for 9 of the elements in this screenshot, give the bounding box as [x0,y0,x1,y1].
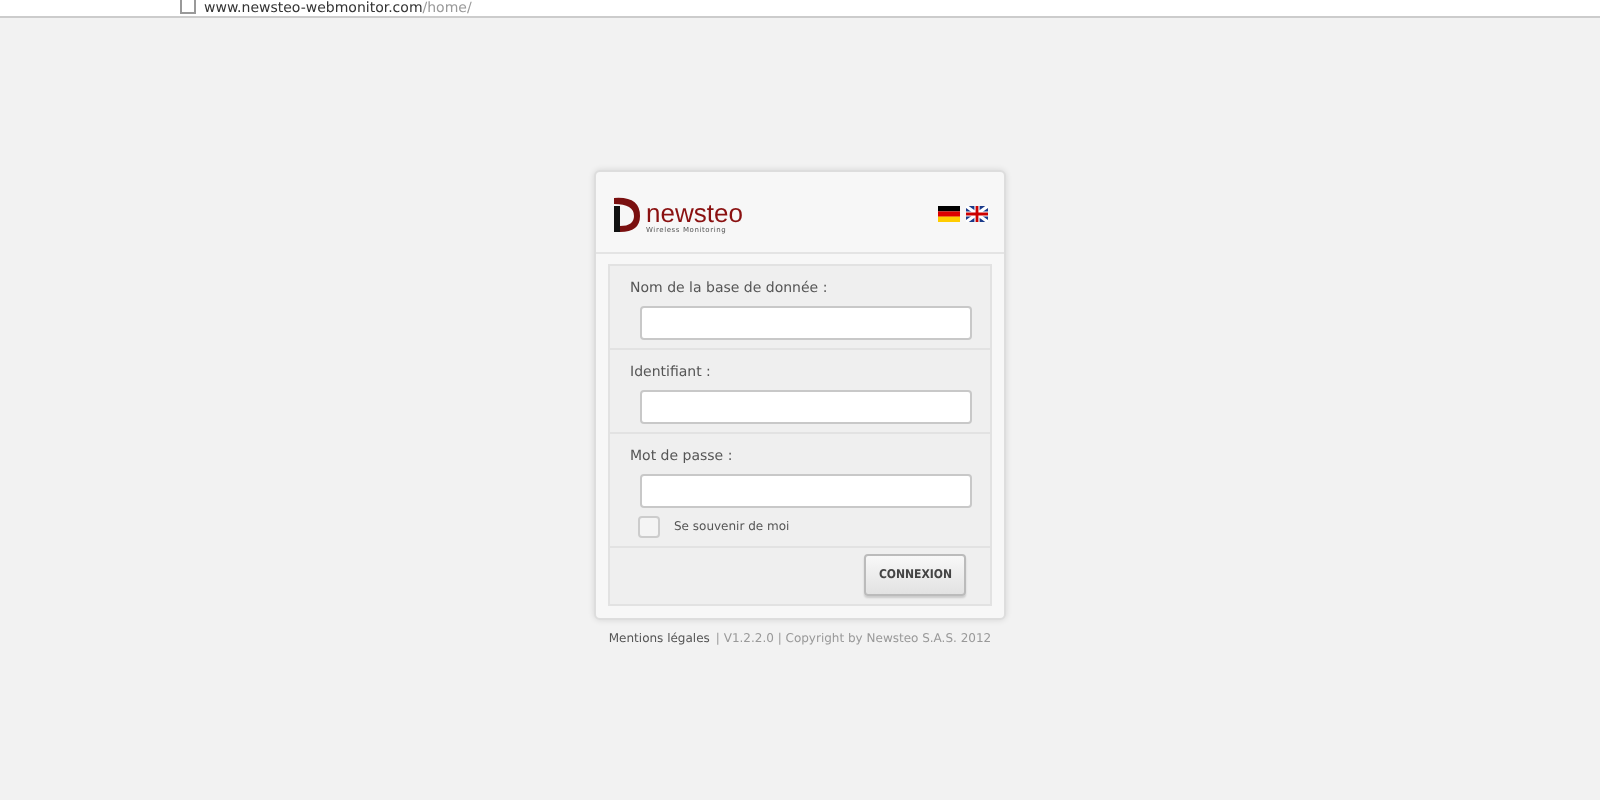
logo-icon [608,194,644,234]
german-flag-icon[interactable] [938,206,960,222]
input-field[interactable] [640,474,972,508]
remember-checkbox[interactable] [638,516,660,538]
logo-name: newsteo [646,202,743,226]
input-field[interactable] [640,390,972,424]
input-field[interactable] [640,306,972,340]
uk-flag-icon[interactable] [966,206,988,222]
page-icon [180,0,196,14]
